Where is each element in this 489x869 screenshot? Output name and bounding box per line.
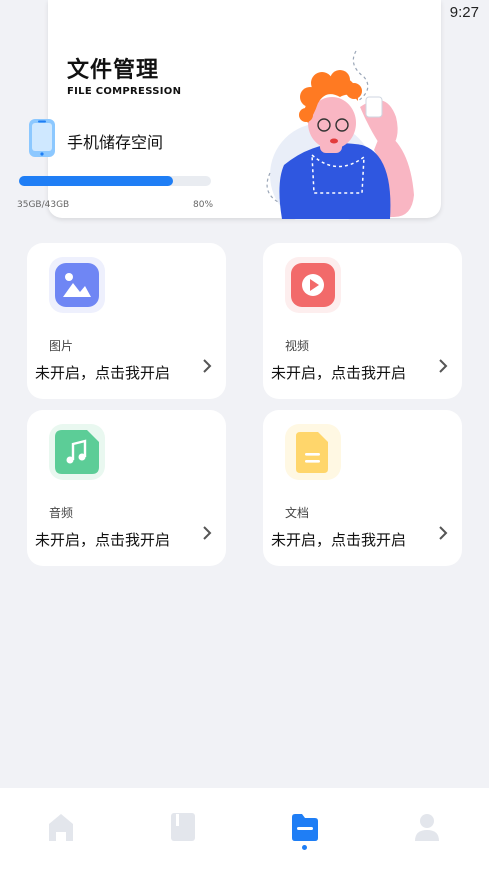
storage-label: 手机储存空间 [67,133,164,152]
user-icon [415,814,439,841]
page-title: 文件管理 [67,58,160,83]
chevron-right-icon [203,526,212,540]
image-icon [49,257,105,313]
storage-progress-fill [19,176,173,186]
person-illustration [266,50,414,220]
music-icon [49,424,105,480]
folder-icon [292,814,318,841]
category-status: 未开启，点击我开启 [35,531,171,549]
category-card-documents[interactable]: 文档 未开启，点击我开启 [263,410,462,566]
category-label: 图片 [49,339,74,353]
category-status: 未开启，点击我开启 [35,364,171,382]
storage-progress-bar [19,176,211,186]
chevron-right-icon [439,526,448,540]
category-label: 文档 [285,506,310,520]
chevron-right-icon [439,359,448,373]
home-icon [49,814,73,841]
storage-percent: 80% [193,200,214,210]
phone-icon [29,119,55,157]
nav-folders[interactable] [275,810,335,844]
nav-files[interactable] [153,810,213,844]
category-card-videos[interactable]: 视频 未开启，点击我开启 [263,243,462,399]
category-card-audio[interactable]: 音频 未开启，点击我开启 [27,410,226,566]
category-label: 视频 [285,339,310,353]
status-time: 9:27 [449,4,479,21]
bottom-nav [0,788,489,869]
document-icon [285,424,341,480]
nav-home[interactable] [31,810,91,844]
nav-profile[interactable] [397,810,457,844]
play-icon [285,257,341,313]
storage-used: 35GB/43GB [17,200,70,210]
category-status: 未开启，点击我开启 [271,531,407,549]
page-subtitle: FILE COMPRESSION [67,86,182,97]
file-icon [171,813,195,841]
active-indicator [302,845,307,850]
category-label: 音频 [49,506,74,520]
category-status: 未开启，点击我开启 [271,364,407,382]
chevron-right-icon [203,359,212,373]
category-card-images[interactable]: 图片 未开启，点击我开启 [27,243,226,399]
